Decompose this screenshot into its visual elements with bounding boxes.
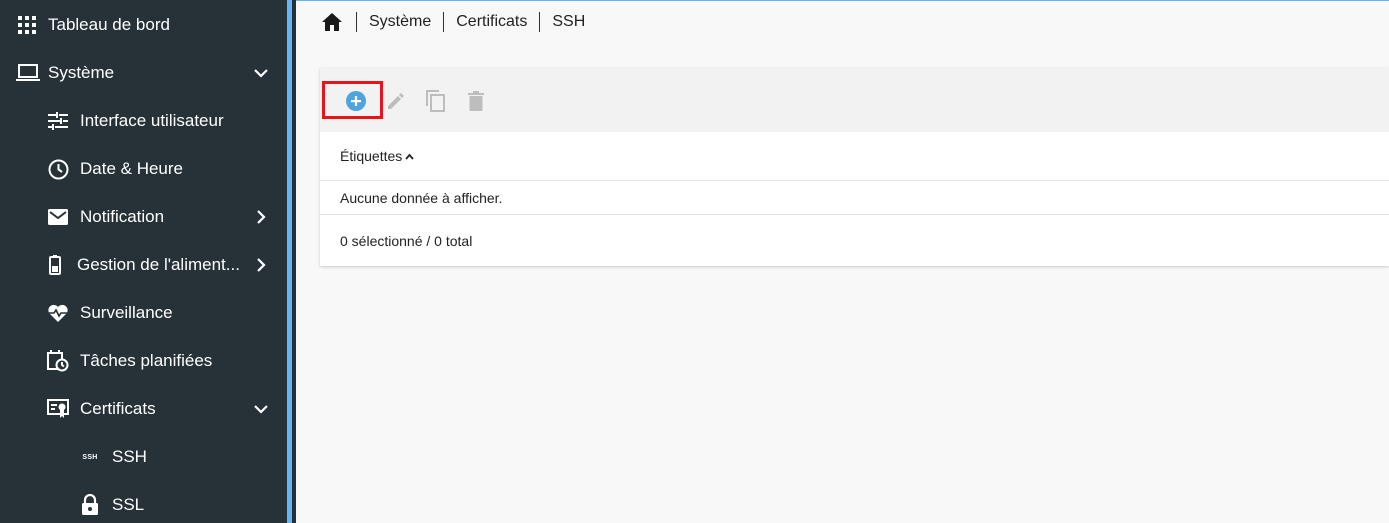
- chevron-down-icon: [253, 65, 269, 81]
- sidebar-item-label: SSH: [112, 447, 147, 466]
- chevron-right-icon: [253, 209, 269, 225]
- sidebar-item-gestion-alimentation[interactable]: Gestion de l'aliment...: [0, 241, 287, 289]
- calendar-clock-icon: [47, 350, 69, 372]
- sidebar-item-surveillance[interactable]: Surveillance: [0, 289, 287, 337]
- edit-icon: [388, 93, 404, 109]
- sidebar-item-label: Tableau de bord: [48, 15, 170, 34]
- breadcrumb-separator: [539, 12, 541, 32]
- delete-icon: [468, 91, 484, 111]
- sidebar-accent-bar: [287, 0, 292, 523]
- sidebar-item-ssh[interactable]: SSH SSH: [0, 433, 287, 481]
- empty-message: Aucune donnée à afficher.: [320, 181, 1389, 215]
- column-header-label: Étiquettes: [340, 148, 403, 164]
- breadcrumb: Système Certificats SSH: [320, 8, 585, 36]
- sidebar-item-label: Système: [48, 63, 115, 82]
- sidebar-item-ssl[interactable]: SSL: [0, 481, 287, 523]
- add-button[interactable]: [343, 88, 369, 114]
- breadcrumb-separator: [443, 12, 445, 32]
- sidebar-item-label: Interface utilisateur: [80, 111, 224, 130]
- copy-button[interactable]: [423, 88, 449, 114]
- ssh-icon: SSH: [82, 453, 98, 461]
- breadcrumb-item-certificats[interactable]: Certificats: [456, 13, 527, 31]
- table-toolbar: [320, 68, 1389, 132]
- breadcrumb-item-systeme[interactable]: Système: [369, 13, 431, 31]
- sidebar-item-label: SSL: [112, 495, 145, 514]
- sidebar-item-date-heure[interactable]: Date & Heure: [0, 145, 287, 193]
- chevron-down-icon: [253, 401, 269, 417]
- home-icon[interactable]: [320, 10, 344, 34]
- sidebar-item-label: Surveillance: [80, 303, 173, 322]
- selection-summary: 0 sélectionné / 0 total: [340, 233, 473, 249]
- laptop-icon: [16, 62, 40, 84]
- column-header-etiquettes[interactable]: Étiquettes: [320, 132, 1389, 181]
- sort-ascending-icon: [405, 153, 414, 160]
- grid-icon: [16, 14, 38, 36]
- sidebar: Tableau de bord Système Interface utilis…: [0, 0, 287, 523]
- heartbeat-icon: [47, 302, 69, 324]
- sidebar-item-label: Date & Heure: [80, 159, 183, 178]
- delete-button[interactable]: [463, 88, 489, 114]
- sidebar-item-certificats[interactable]: Certificats: [0, 385, 287, 433]
- mail-icon: [47, 206, 69, 228]
- battery-icon: [44, 254, 66, 276]
- sidebar-item-taches-planifiees[interactable]: Tâches planifiées: [0, 337, 287, 385]
- add-icon: [346, 91, 366, 111]
- clock-icon: [47, 158, 69, 180]
- sidebar-item-label: Gestion de l'aliment...: [77, 255, 240, 274]
- breadcrumb-separator: [356, 12, 357, 32]
- breadcrumb-item-ssh: SSH: [552, 13, 586, 30]
- edit-button[interactable]: [383, 88, 409, 114]
- sidebar-item-label: Certificats: [80, 399, 156, 418]
- sidebar-item-label: Notification: [80, 207, 165, 226]
- certificate-icon: [47, 398, 69, 420]
- sidebar-item-interface-utilisateur[interactable]: Interface utilisateur: [0, 97, 287, 145]
- sidebar-item-label: Tâches planifiées: [80, 351, 213, 370]
- sliders-icon: [47, 110, 69, 132]
- certificates-table-card: Étiquettes Aucune donnée à afficher. 0 s…: [320, 68, 1389, 266]
- chevron-right-icon: [253, 257, 269, 273]
- sidebar-item-notification[interactable]: Notification: [0, 193, 287, 241]
- sidebar-item-systeme[interactable]: Système: [0, 49, 287, 97]
- copy-icon: [426, 90, 445, 112]
- top-accent-line: [296, 0, 1389, 1]
- sidebar-item-tableau-de-bord[interactable]: Tableau de bord: [0, 1, 287, 49]
- lock-icon: [79, 494, 101, 516]
